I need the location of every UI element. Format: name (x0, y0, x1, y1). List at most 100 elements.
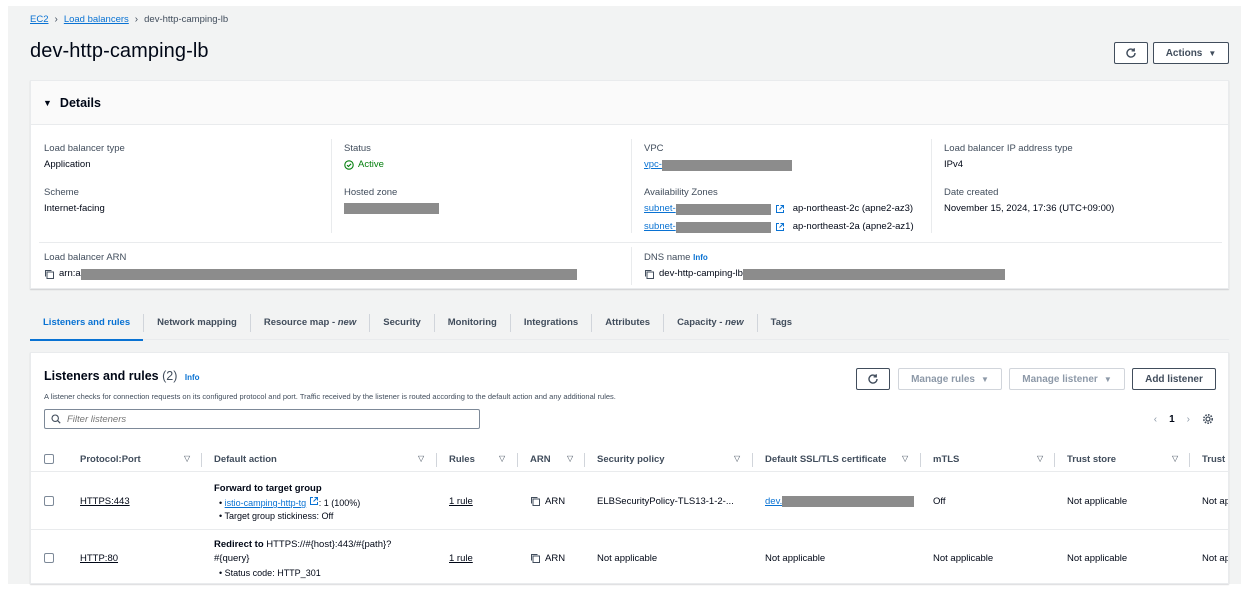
row-checkbox[interactable] (44, 553, 54, 563)
table-row: HTTP:80 Redirect to HTTPS://#{host}:443/… (31, 530, 1228, 583)
check-circle-icon (344, 160, 354, 170)
copy-icon[interactable] (530, 496, 541, 507)
column-separator (436, 453, 437, 467)
tab-resource-map[interactable]: Resource map - new (251, 313, 371, 332)
caret-down-icon: ▼ (1208, 48, 1217, 58)
subnet-link[interactable]: subnet- (644, 203, 676, 215)
sort-icon[interactable]: ▽ (418, 454, 424, 463)
copy-icon[interactable] (44, 269, 55, 280)
dns-info-link[interactable]: Info (693, 253, 708, 262)
tab-attributes[interactable]: Attributes (592, 313, 665, 332)
tab-integrations[interactable]: Integrations (511, 313, 593, 332)
col-ssl-cert[interactable]: Default SSL/TLS certificate (765, 454, 886, 465)
scheme-value: Internet-facing (44, 203, 105, 214)
listeners-info-link[interactable]: Info (185, 373, 200, 382)
tab-listeners-and-rules[interactable]: Listeners and rules (30, 313, 145, 341)
copy-icon[interactable] (644, 269, 655, 280)
arn-value: arn:a (44, 268, 577, 280)
listeners-panel: Listeners and rules (2) Info A listener … (30, 352, 1229, 584)
tab-security[interactable]: Security (370, 313, 435, 332)
actions-button[interactable]: Actions ▼ (1153, 42, 1229, 64)
listeners-refresh-button[interactable] (856, 368, 890, 390)
sort-icon[interactable]: ▽ (1037, 454, 1043, 463)
details-header[interactable]: ▼ Details (31, 81, 1228, 125)
chevron-right-icon: › (54, 14, 58, 25)
tab-label: Monitoring (447, 317, 497, 328)
cert-cell: dev. (765, 496, 915, 507)
external-link-icon[interactable] (775, 204, 785, 214)
sort-icon[interactable]: ▽ (184, 454, 190, 463)
action-bullet: • Target group stickiness: Off (219, 511, 334, 521)
row-checkbox[interactable] (44, 496, 54, 506)
subnet-link[interactable]: subnet- (644, 221, 676, 233)
column-divider (931, 139, 932, 233)
copy-icon[interactable] (530, 553, 541, 564)
pagination: ‹ 1 › (1154, 413, 1214, 425)
manage-rules-button[interactable]: Manage rules ▼ (898, 368, 1002, 390)
az-label: Availability Zones (644, 187, 718, 198)
cert-link[interactable]: dev. (765, 496, 782, 507)
dns-field: DNS name Info dev-http-camping-lb (644, 252, 1005, 280)
date-field: Date created November 15, 2024, 17:36 (U… (944, 187, 1114, 215)
az-zone: ap-northeast-2c (apne2-az3) (792, 203, 914, 214)
external-link-icon[interactable] (775, 222, 785, 232)
external-link-icon[interactable] (309, 496, 319, 506)
sort-icon[interactable]: ▽ (902, 454, 908, 463)
col-default-action[interactable]: Default action (214, 454, 277, 465)
protocol-link[interactable]: HTTPS:443 (80, 496, 130, 507)
col-trust-store[interactable]: Trust store (1067, 454, 1116, 465)
chevron-right-icon: › (134, 14, 139, 25)
sort-icon[interactable]: ▽ (734, 454, 740, 463)
tab-monitoring[interactable]: Monitoring (435, 313, 511, 332)
sort-icon[interactable]: ▽ (567, 454, 573, 463)
redacted-block (661, 159, 792, 171)
filter-listeners[interactable] (44, 409, 480, 429)
col-protocol-port[interactable]: Protocol:Port (80, 454, 141, 465)
tab-tags[interactable]: Tags (758, 314, 805, 332)
az-zone: ap-northeast-2a (apne2-az1) (792, 221, 914, 232)
rules-link[interactable]: 1 rule (449, 553, 473, 564)
vpc-link[interactable]: vpc- (644, 159, 662, 171)
column-separator (1054, 453, 1055, 467)
page-number[interactable]: 1 (1169, 414, 1175, 425)
action-title: Redirect to (214, 539, 264, 550)
rules-link[interactable]: 1 rule (449, 496, 473, 507)
breadcrumb-load-balancers[interactable]: Load balancers (64, 14, 129, 25)
filter-input[interactable] (67, 413, 467, 425)
action-line2: #{query} (214, 553, 250, 564)
col-arn[interactable]: ARN (530, 454, 551, 465)
chevron-right-icon[interactable]: › (1187, 414, 1190, 425)
add-listener-button[interactable]: Add listener (1132, 368, 1216, 390)
action-title: Forward to target group (214, 483, 322, 494)
manage-listener-button[interactable]: Manage listener ▼ (1009, 368, 1125, 390)
gear-icon[interactable] (1202, 413, 1214, 425)
tab-label: Tags (770, 317, 793, 328)
col-mtls[interactable]: mTLS (933, 454, 959, 465)
date-value: November 15, 2024, 17:36 (UTC+09:00) (944, 203, 1115, 214)
sort-icon[interactable]: ▽ (499, 454, 505, 463)
refresh-button[interactable] (1114, 42, 1148, 64)
vpc-value[interactable]: vpc- (644, 159, 792, 171)
sort-icon[interactable]: ▽ (1172, 454, 1178, 463)
col-rules[interactable]: Rules (449, 454, 475, 465)
hosted-zone-value (344, 203, 439, 214)
col-security-policy[interactable]: Security policy (597, 454, 665, 465)
select-all-checkbox[interactable] (44, 454, 54, 464)
target-group-link[interactable]: istio-camping-http-tg (225, 498, 307, 508)
arn-cell-text: ARN (545, 496, 566, 507)
manage-listener-label: Manage listener (1022, 373, 1098, 385)
protocol-link[interactable]: HTTP:80 (80, 553, 118, 564)
status-text: Active (358, 159, 384, 170)
cert-value: Not applicable (765, 553, 826, 564)
breadcrumb-ec2[interactable]: EC2 (30, 14, 48, 25)
row-divider (39, 242, 1222, 243)
redacted-block (80, 268, 577, 280)
tab-network-mapping[interactable]: Network mapping (144, 313, 251, 332)
tab-new-badge: new (337, 317, 357, 328)
tab-capacity[interactable]: Capacity - new (664, 313, 758, 332)
action-line1: Redirect to HTTPS://#{host}:443/#{path}? (214, 539, 391, 550)
col-trust-s[interactable]: Trust s (1202, 454, 1228, 465)
redirect-target: HTTPS://#{host}:443/#{path}? (263, 539, 392, 550)
az-field: Availability Zones subnet- ap-northeast-… (644, 187, 914, 233)
chevron-left-icon[interactable]: ‹ (1154, 414, 1157, 425)
